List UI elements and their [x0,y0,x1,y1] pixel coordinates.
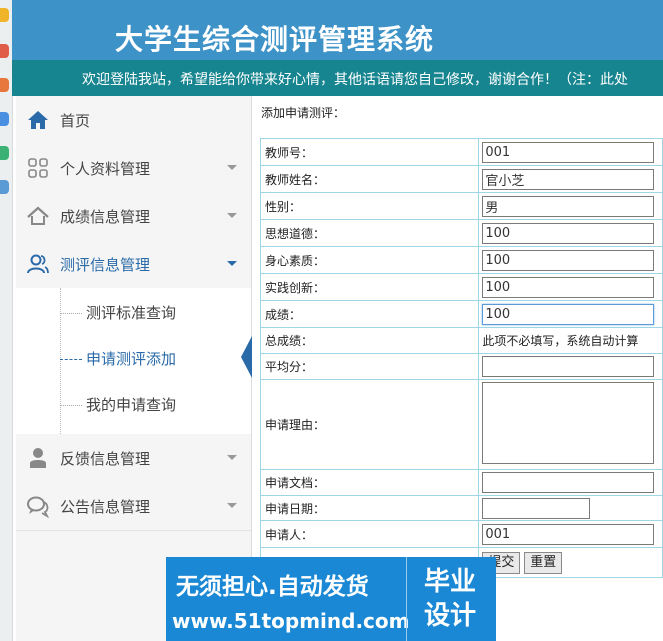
total-score-hint: 此项不必填写，系统自动计算 [482,334,639,348]
chevron-down-icon [227,503,237,508]
date-input[interactable] [482,497,591,519]
field-label: 思想道德： [259,219,480,247]
taskbar-dock [0,0,13,641]
sidebar-item-label: 反馈信息管理 [60,450,151,468]
submenu-label: 我的申请查询 [86,396,177,414]
banner-divider [406,557,407,641]
submenu-label: 测评标准查询 [86,304,177,322]
physical-score-input[interactable] [482,249,655,271]
page-title: 添加申请测评： [261,106,346,120]
welcome-marquee: 欢迎登陆我站，希望能给你带来好心情，其他话语请您自己修改，谢谢合作！（注：此处 [12,60,663,96]
moral-score-input[interactable] [482,222,655,244]
active-indicator [241,336,252,378]
house-outline-icon [27,206,49,225]
innovation-score-input[interactable] [482,276,655,298]
submenu-item-apply-add[interactable]: 申请测评添加 [60,348,176,368]
field-label: 教师姓名： [259,165,480,193]
field-label: 申请文档： [259,469,480,496]
submenu-label: 申请测评添加 [86,350,177,368]
field-label: 性别： [259,192,480,220]
dock-app-icon[interactable] [0,112,9,126]
sidebar-item-label: 公告信息管理 [60,498,151,516]
chat-icon [27,496,50,518]
site-title: 大学生综合测评管理系统 [115,23,435,56]
gender-input[interactable] [482,195,655,217]
dock-app-icon[interactable] [0,8,9,22]
chevron-down-icon [227,261,237,266]
dock-app-icon[interactable] [0,146,9,160]
field-label: 实践创新： [259,273,480,301]
home-icon [28,111,48,129]
sidebar-item-label: 成绩信息管理 [60,208,151,226]
banner-badge: 毕业设计 [423,567,476,631]
field-label: 身心素质： [259,246,480,274]
dock-app-icon[interactable] [0,78,9,92]
average-score-input[interactable] [482,356,655,377]
teacher-name-input[interactable] [482,168,655,190]
submenu-item-my-applications[interactable]: 我的申请查询 [60,394,176,414]
sidebar-item-evaluation[interactable]: 测评信息管理 [16,240,251,289]
sidebar-item-home[interactable]: 首页 [16,96,251,145]
watermark-banner: 无须担心.自动发货 www.51topmind.com 毕业设计 [166,557,496,641]
site-header: 大学生综合测评管理系统 [12,0,663,60]
dock-app-icon[interactable] [0,180,9,194]
chevron-down-icon [227,455,237,460]
score-input[interactable] [482,303,655,325]
users-icon [27,254,49,274]
sidebar-item-feedback[interactable]: 反馈信息管理 [16,434,251,483]
reset-button[interactable]: 重置 [524,551,563,574]
sidebar-item-notices[interactable]: 公告信息管理 [16,482,251,531]
chevron-down-icon [227,213,237,218]
chevron-down-icon [227,165,237,170]
field-label: 总成绩： [259,327,480,354]
field-label: 申请理由： [259,379,480,470]
field-label: 平均分： [259,353,480,380]
marquee-text: 欢迎登陆我站，希望能给你带来好心情，其他话语请您自己修改，谢谢合作！（注：此处 [82,72,628,88]
reason-textarea[interactable] [482,382,655,464]
sidebar-item-profile[interactable]: 个人资料管理 [16,144,251,193]
evaluation-submenu: 测评标准查询 申请测评添加 我的申请查询 [16,288,251,435]
sidebar-item-label: 个人资料管理 [60,160,151,178]
person-icon [30,448,46,468]
field-label: 申请人： [259,520,480,548]
sidebar-item-scores[interactable]: 成绩信息管理 [16,192,251,241]
applicant-input[interactable] [482,523,655,545]
document-input[interactable] [482,472,655,493]
banner-url: www.51topmind.com [172,609,410,633]
teacher-no-input[interactable] [482,141,655,163]
grid-icon [28,158,48,178]
apply-form: 教师号： 教师姓名： 性别： 思想道德： 身心素质： 实践创新： 成绩： 总成 [259,138,663,578]
field-label: 申请日期： [259,495,480,521]
dock-app-icon[interactable] [0,44,9,58]
field-label: 教师号： [259,138,480,166]
banner-slogan: 无须担心.自动发货 [176,574,369,600]
sidebar-item-label: 首页 [60,112,91,130]
submenu-item-standard-query[interactable]: 测评标准查询 [60,302,176,322]
field-label: 成绩： [259,300,480,328]
sidebar-item-label: 测评信息管理 [60,256,151,274]
